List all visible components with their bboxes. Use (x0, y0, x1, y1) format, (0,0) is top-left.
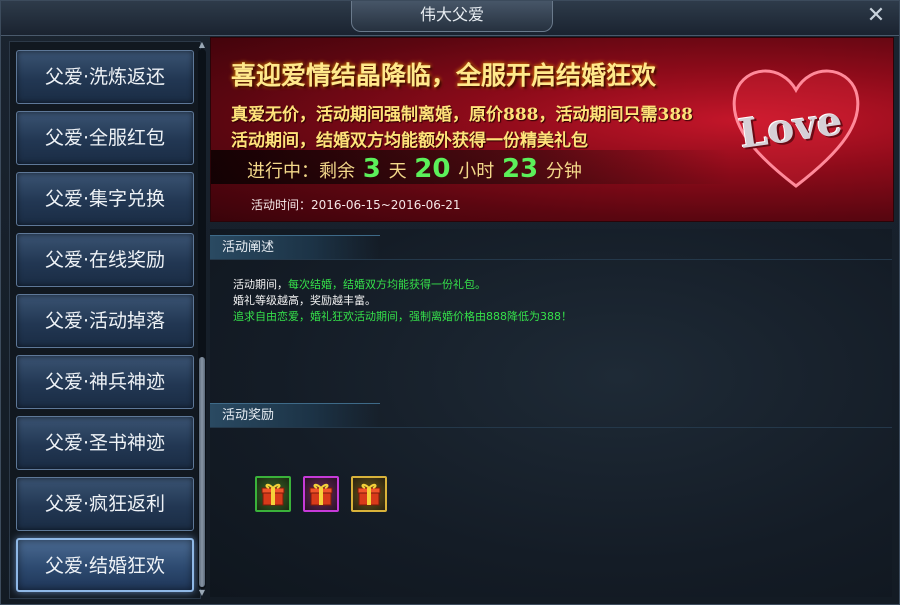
scroll-down-arrow-icon[interactable]: ▼ (198, 589, 206, 597)
sidebar-item-refine-refund[interactable]: 父爱·洗炼返还 (16, 50, 194, 104)
reward-item-purple[interactable] (303, 476, 339, 512)
banner-line-1: 真爱无价，活动期间强制离婚，原价888，活动期间只需388 (231, 105, 693, 125)
close-icon[interactable]: ✕ (865, 5, 887, 27)
description-line-2: 婚礼等级越高，奖励越丰富。 (233, 293, 376, 309)
title-bar: 伟大父爱 ✕ (1, 1, 899, 36)
sidebar: 父爱·洗炼返还 父爱·全服红包 父爱·集字兑换 父爱·在线奖励 父爱·活动掉落 … (9, 41, 201, 599)
countdown-hours-unit: 小时 (458, 161, 495, 182)
scroll-up-arrow-icon[interactable]: ▲ (198, 41, 206, 49)
description-header: 活动阐述 (210, 235, 380, 259)
window-title: 伟大父爱 (351, 1, 553, 32)
sidebar-item-event-drop[interactable]: 父爱·活动掉落 (16, 294, 194, 348)
description-line-1-highlight: 每次结婚，结婚双方均能获得一份礼包。 (288, 278, 486, 291)
countdown-days-unit: 天 (388, 161, 407, 182)
countdown-days: 3 (362, 154, 381, 184)
event-window: 伟大父爱 ✕ 父爱·洗炼返还 父爱·全服红包 父爱·集字兑换 父爱·在线奖励 父… (0, 0, 900, 605)
divider (210, 259, 892, 260)
description-line-1-prefix: 活动期间， (233, 278, 288, 291)
sidebar-item-wedding-carnival[interactable]: 父爱·结婚狂欢 (16, 538, 194, 592)
sidebar-item-crazy-rebate[interactable]: 父爱·疯狂返利 (16, 477, 194, 531)
countdown-hours: 20 (414, 154, 451, 184)
sidebar-item-word-exchange[interactable]: 父爱·集字兑换 (16, 172, 194, 226)
description-line-3: 追求自由恋爱，婚礼狂欢活动期间，强制离婚价格由888降低为388！ (233, 309, 572, 325)
sidebar-item-holy-book[interactable]: 父爱·圣书神迹 (16, 416, 194, 470)
rewards-header: 活动奖励 (210, 403, 380, 427)
countdown-minutes-unit: 分钟 (545, 161, 582, 182)
event-time-range: 活动时间：2016-06-15~2016-06-21 (251, 198, 461, 212)
banner-line-2: 活动期间，结婚双方均能额外获得一份精美礼包 (231, 131, 588, 151)
gift-box-icon (357, 483, 381, 506)
countdown-minutes: 23 (501, 154, 539, 184)
description-line-1: 活动期间，每次结婚，结婚双方均能获得一份礼包。 (233, 277, 486, 293)
reward-item-gold[interactable] (351, 476, 387, 512)
gift-box-icon (261, 483, 285, 506)
scrollbar-thumb[interactable] (199, 357, 205, 587)
divider (210, 427, 892, 428)
sidebar-item-online-reward[interactable]: 父爱·在线奖励 (16, 233, 194, 287)
description-line-2-text: 婚礼等级越高，奖励越丰富。 (233, 294, 376, 307)
reward-item-green[interactable] (255, 476, 291, 512)
event-banner: Love 喜迎爱情结晶降临，全服开启结婚狂欢 真爱无价，活动期间强制离婚，原价8… (210, 37, 894, 222)
sidebar-item-divine-weapon[interactable]: 父爱·神兵神迹 (16, 355, 194, 409)
countdown-prefix: 进行中：剩余 (247, 161, 355, 182)
countdown-timer: 进行中：剩余 3 天 20 小时 23 分钟 (247, 154, 582, 184)
sidebar-item-red-packet[interactable]: 父爱·全服红包 (16, 111, 194, 165)
description-line-3-text: 追求自由恋爱，婚礼狂欢活动期间，强制离婚价格由888降低为388！ (233, 310, 572, 323)
gift-box-icon (309, 483, 333, 506)
banner-headline: 喜迎爱情结晶降临，全服开启结婚狂欢 (231, 61, 657, 90)
